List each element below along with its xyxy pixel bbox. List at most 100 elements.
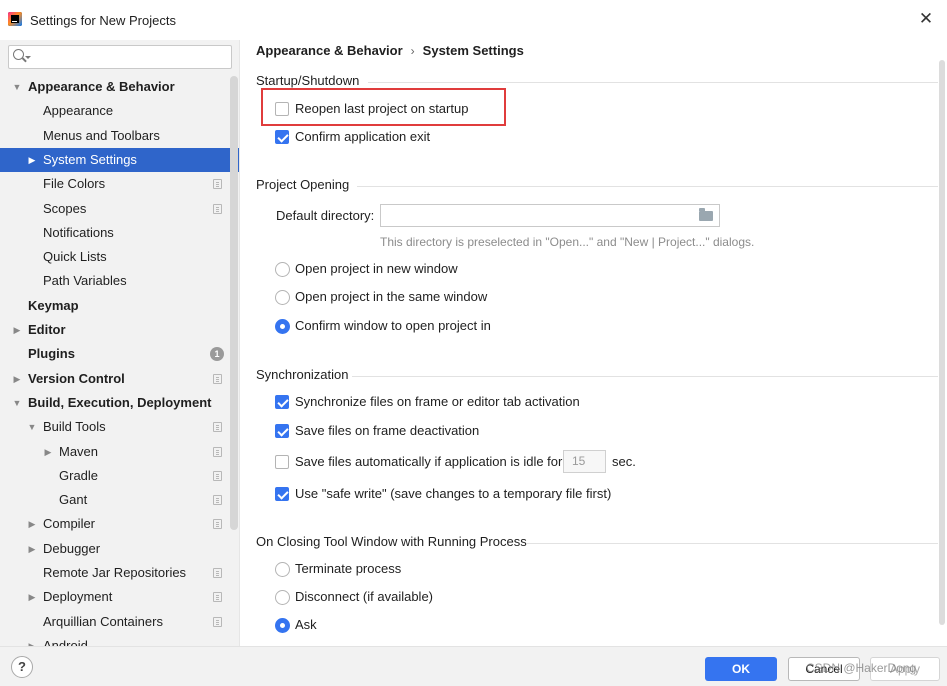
- title-bar: Settings for New Projects ✕: [0, 0, 947, 40]
- sidebar-item[interactable]: ▼ Build, Execution, Deployment: [0, 391, 239, 415]
- project-level-icon: [213, 446, 222, 457]
- sidebar-item-label: Keymap: [28, 297, 79, 313]
- sidebar-item[interactable]: ▶ Version Control: [0, 367, 239, 391]
- reopen-last-project-checkbox[interactable]: [275, 102, 289, 116]
- collapse-right-arrow-icon[interactable]: ▶: [43, 440, 53, 464]
- update-count-badge: 1: [210, 347, 224, 362]
- sidebar-scrollbar-thumb[interactable]: [230, 76, 238, 530]
- collapse-right-arrow-icon[interactable]: ▶: [12, 318, 22, 342]
- sidebar-item-label: Notifications: [43, 224, 114, 240]
- settings-search-input[interactable]: [35, 48, 225, 66]
- terminate-process-label: Terminate process: [295, 561, 402, 576]
- save-idle-checkbox[interactable]: [275, 455, 289, 469]
- content-scrollbar-thumb[interactable]: [939, 60, 945, 625]
- sidebar-item[interactable]: Gradle: [0, 464, 239, 488]
- search-history-caret-icon[interactable]: [25, 56, 31, 59]
- sidebar-item[interactable]: ▶ System Settings: [0, 147, 239, 172]
- section-divider: [368, 82, 938, 83]
- sidebar-item[interactable]: Quick Lists: [0, 245, 239, 269]
- project-level-icon: [213, 519, 222, 530]
- idle-seconds-input[interactable]: 15: [563, 450, 606, 473]
- save-idle-label: Save files automatically if application …: [295, 454, 563, 469]
- confirm-window-label: Confirm window to open project in: [295, 318, 491, 333]
- confirm-exit-label: Confirm application exit: [295, 129, 431, 144]
- open-new-window-radio[interactable]: [275, 262, 290, 277]
- project-level-icon: [213, 203, 222, 214]
- sidebar-item[interactable]: ▶ Debugger: [0, 537, 239, 561]
- sidebar-item[interactable]: ▶ Maven: [0, 440, 239, 464]
- breadcrumb-parent[interactable]: Appearance & Behavior: [256, 43, 403, 58]
- collapse-right-arrow-icon[interactable]: ▶: [27, 148, 37, 172]
- section-synchronization: Synchronization: [256, 367, 349, 382]
- apply-button[interactable]: Apply: [870, 657, 940, 681]
- collapse-right-arrow-icon[interactable]: ▶: [27, 585, 37, 609]
- save-deactivation-checkbox[interactable]: [275, 424, 289, 438]
- breadcrumb: Appearance & Behavior › System Settings: [256, 43, 524, 58]
- settings-search-box[interactable]: [8, 45, 232, 69]
- confirm-window-radio[interactable]: [275, 319, 290, 334]
- project-level-icon: [213, 470, 222, 481]
- dialog-footer: ? OK Cancel Apply CSDN @HakerDong: [0, 646, 947, 686]
- ask-radio[interactable]: [275, 618, 290, 633]
- sidebar-item[interactable]: ▼ Appearance & Behavior: [0, 75, 239, 99]
- sidebar-item-label: File Colors: [43, 176, 106, 192]
- sidebar-item[interactable]: Keymap: [0, 294, 239, 318]
- sidebar-item[interactable]: ▼ Build Tools: [0, 415, 239, 439]
- section-divider: [357, 186, 938, 187]
- project-level-icon: [213, 592, 222, 603]
- safe-write-label: Use "safe write" (save changes to a temp…: [295, 486, 612, 501]
- terminate-process-radio[interactable]: [275, 562, 290, 577]
- sidebar-item[interactable]: Appearance: [0, 99, 239, 123]
- default-directory-field[interactable]: [380, 204, 720, 227]
- cancel-button[interactable]: Cancel: [788, 657, 860, 681]
- sidebar-item[interactable]: Scopes: [0, 197, 239, 221]
- disconnect-radio[interactable]: [275, 590, 290, 605]
- collapse-right-arrow-icon[interactable]: ▶: [27, 634, 37, 646]
- search-icon: [13, 49, 24, 60]
- confirm-exit-checkbox[interactable]: [275, 130, 289, 144]
- ask-label: Ask: [295, 617, 317, 632]
- section-divider: [352, 376, 938, 377]
- project-level-icon: [213, 568, 222, 578]
- sidebar-item[interactable]: Arquillian Containers: [0, 610, 239, 634]
- sidebar-item-label: Android: [43, 637, 88, 646]
- sidebar-item[interactable]: Menus and Toolbars: [0, 124, 239, 148]
- project-level-icon: [213, 373, 222, 384]
- ok-button[interactable]: OK: [705, 657, 777, 681]
- sidebar-item[interactable]: Notifications: [0, 221, 239, 245]
- sidebar-item[interactable]: Gant: [0, 488, 239, 512]
- expand-down-arrow-icon[interactable]: ▼: [27, 415, 37, 439]
- sidebar-item-label: Debugger: [43, 540, 101, 556]
- sidebar-item[interactable]: ▶ Deployment: [0, 585, 239, 609]
- sidebar-item[interactable]: File Colors: [0, 172, 239, 196]
- settings-sidebar: ▼ Appearance & Behavior Appearance Menus an…: [0, 40, 240, 646]
- sidebar-item[interactable]: ▶ Android: [0, 634, 239, 646]
- sidebar-item-label: Deployment: [43, 589, 113, 605]
- sidebar-item[interactable]: ▶ Editor: [0, 318, 239, 342]
- collapse-right-arrow-icon[interactable]: ▶: [12, 367, 22, 391]
- open-same-window-radio[interactable]: [275, 290, 290, 305]
- expand-down-arrow-icon[interactable]: ▼: [12, 391, 22, 415]
- section-startup-shutdown: Startup/Shutdown: [256, 73, 360, 88]
- collapse-right-arrow-icon[interactable]: ▶: [27, 537, 37, 561]
- folder-browse-icon[interactable]: [699, 208, 713, 221]
- sidebar-item[interactable]: ▶ Compiler: [0, 512, 239, 536]
- project-level-icon: [213, 179, 222, 190]
- save-deactivation-label: Save files on frame deactivation: [295, 423, 480, 438]
- disconnect-label: Disconnect (if available): [295, 589, 434, 604]
- sidebar-item-label: Build Tools: [43, 419, 106, 435]
- sync-files-checkbox[interactable]: [275, 395, 289, 409]
- safe-write-checkbox[interactable]: [275, 487, 289, 501]
- section-project-opening: Project Opening: [256, 177, 350, 192]
- collapse-right-arrow-icon[interactable]: ▶: [27, 512, 37, 536]
- sidebar-item-label: Appearance: [43, 103, 114, 119]
- sidebar-item[interactable]: Remote Jar Repositories: [0, 561, 239, 585]
- help-button[interactable]: ?: [11, 656, 33, 678]
- sidebar-item[interactable]: Path Variables: [0, 269, 239, 293]
- expand-down-arrow-icon[interactable]: ▼: [12, 75, 22, 99]
- open-same-window-label: Open project in the same window: [295, 289, 488, 304]
- sidebar-item[interactable]: Plugins 1: [0, 342, 239, 366]
- default-directory-hint: This directory is preselected in "Open..…: [380, 235, 755, 249]
- close-icon[interactable]: ✕: [917, 10, 935, 28]
- project-level-icon: [213, 616, 222, 627]
